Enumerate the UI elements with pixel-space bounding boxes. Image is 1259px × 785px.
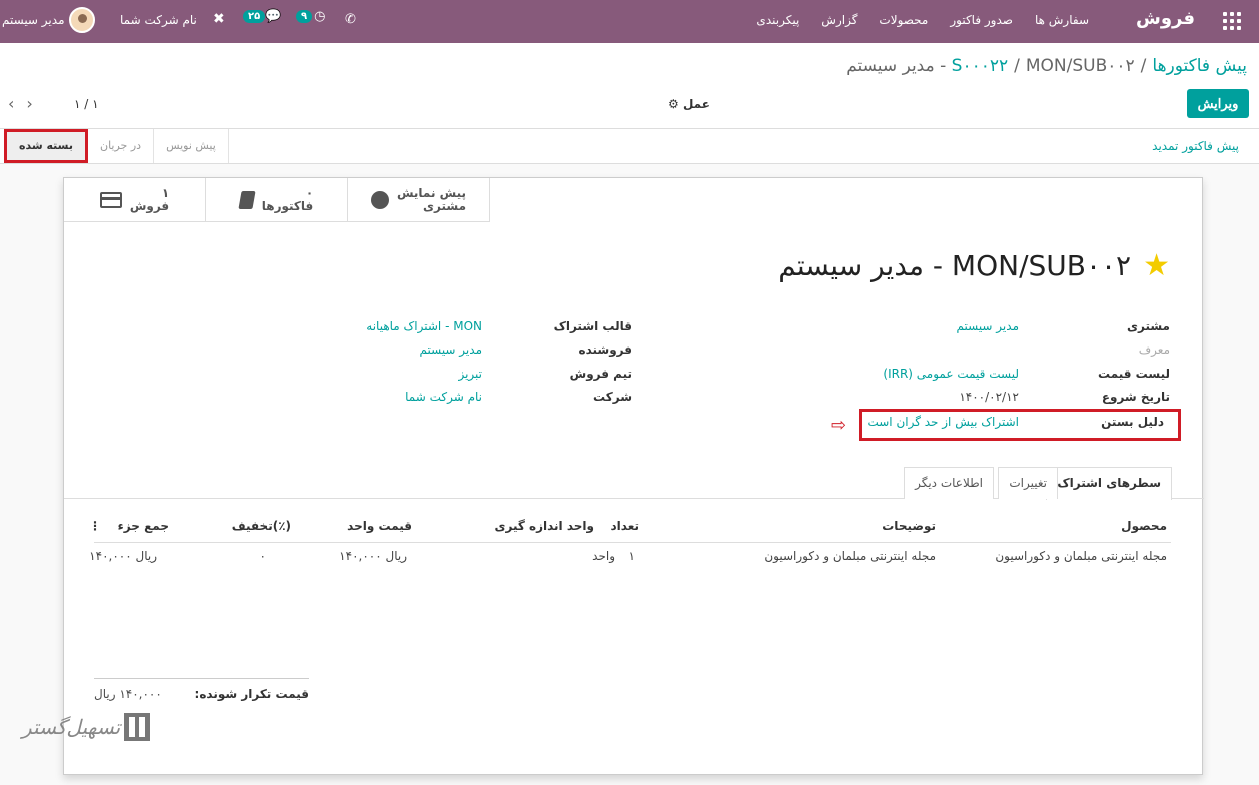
menu-item-invoicing[interactable]: صدور فاکتور — [950, 13, 1013, 27]
renew-quotation-button[interactable]: پیش فاکتور تمدید — [1152, 139, 1239, 153]
referrer-label: معرف — [1138, 343, 1170, 357]
pager-arrows: ‹› — [8, 94, 45, 113]
action-menu-button[interactable]: ⚙ عمل — [668, 97, 710, 111]
menu-item-products[interactable]: محصولات — [879, 13, 928, 27]
form-sheet: ۱ فروش ۰ فاکتورها پیش نمایش مشتری ★ MON/SUB… — [63, 177, 1204, 775]
chevron-left-icon[interactable]: ‹ — [8, 94, 26, 113]
main-menu: سفارش ها صدور فاکتور محصولات گزارش پیکرب… — [756, 13, 1089, 27]
tab-subscription-lines[interactable]: سطرهای اشتراک — [1046, 467, 1172, 500]
col-product[interactable]: محصول — [1121, 519, 1167, 533]
stage-in-progress[interactable]: در جریان — [87, 129, 155, 163]
subscription-lines-table: محصول توضیحات تعداد واحد اندازه گیری قیم… — [89, 511, 1171, 569]
col-uom[interactable]: واحد اندازه گیری — [494, 519, 594, 533]
pricelist-label: لیست قیمت — [1098, 367, 1170, 381]
cell-subtotal: ۱۴۰,۰۰۰ ریال — [89, 549, 157, 563]
table-row[interactable]: مجله اینترنتی مبلمان و دکوراسیون مجله ای… — [89, 543, 1171, 569]
cell-discount: ۰ — [259, 549, 266, 563]
arrow-right-icon: ⇨ — [831, 415, 847, 436]
company-value[interactable]: نام شرکت شما — [405, 390, 482, 404]
sales-team-label: تیم فروش — [569, 367, 632, 381]
breadcrumb-order[interactable]: S۰۰۰۲۲ — [952, 56, 1008, 76]
messages-count-badge: ۲۵ — [243, 10, 266, 23]
breadcrumb: پیش فاکتورها/S۰۰۰۲۲/MON/SUB۰۰۲ - مدیر سی… — [846, 56, 1247, 76]
invoices-smart-button[interactable]: ۰ فاکتورها — [206, 178, 348, 222]
cell-quantity: ۱ — [628, 549, 635, 563]
user-menu[interactable]: مدیر سیستم — [2, 7, 95, 33]
activity-menu[interactable]: ۹ ◷ — [296, 9, 325, 24]
salesperson-label: فروشنده — [578, 343, 633, 357]
chat-icon: 💬 — [265, 9, 282, 24]
tab-changes[interactable]: تغییرات — [998, 467, 1058, 499]
invoices-label: فاکتورها — [261, 199, 314, 213]
pricelist-value[interactable]: لیست قیمت عمومی (IRR) — [883, 367, 1019, 381]
statusbar: پیش فاکتور تمدید بسته شده در جریان پیش ن… — [0, 128, 1259, 164]
star-icon[interactable]: ★ — [1143, 250, 1170, 281]
template-label: قالب اشتراک — [553, 319, 632, 333]
template-value[interactable]: MON - اشتراک ماهیانه — [366, 319, 482, 333]
cell-description: مجله اینترنتی مبلمان و دکوراسیون — [764, 549, 936, 563]
clock-icon: ◷ — [314, 9, 326, 24]
stage-draft[interactable]: پیش نویس — [154, 129, 229, 163]
company-switcher[interactable]: نام شرکت شما — [120, 13, 197, 27]
breadcrumb-quotations[interactable]: پیش فاکتورها — [1152, 56, 1247, 76]
col-subtotal[interactable]: جمع جزء — [118, 519, 169, 533]
record-title-row: ★ MON/SUB۰۰۲ - مدیر سیستم — [778, 249, 1170, 282]
globe-icon — [370, 191, 389, 209]
chevron-right-icon[interactable]: › — [26, 94, 44, 113]
recurring-price-value: ۱۴۰,۰۰۰ ریال — [94, 687, 162, 701]
smart-buttons: ۱ فروش ۰ فاکتورها پیش نمایش مشتری — [64, 178, 490, 222]
table-header: محصول توضیحات تعداد واحد اندازه گیری قیم… — [89, 511, 1171, 543]
company-label: شرکت — [593, 390, 632, 404]
edit-button[interactable]: ویرایش — [1187, 89, 1249, 118]
apps-menu-icon[interactable] — [1223, 12, 1241, 30]
top-navbar: فروش سفارش ها صدور فاکتور محصولات گزارش … — [0, 0, 1259, 43]
menu-item-orders[interactable]: سفارش ها — [1035, 13, 1089, 27]
sales-smart-button[interactable]: ۱ فروش — [64, 178, 206, 222]
customer-preview-smart-button[interactable]: پیش نمایش مشتری — [348, 178, 490, 222]
brand-logo-icon — [124, 713, 151, 741]
credit-card-icon — [99, 192, 122, 208]
stage-pipeline: بسته شده در جریان پیش نویس — [4, 129, 229, 163]
activity-count-badge: ۹ — [296, 10, 313, 23]
recurring-price: قیمت تکرار شونده: ۱۴۰,۰۰۰ ریال — [94, 678, 309, 701]
book-icon — [238, 191, 256, 209]
col-description[interactable]: توضیحات — [882, 519, 936, 533]
close-reason-label: دلیل بستن — [1101, 415, 1164, 429]
cell-product: مجله اینترنتی مبلمان و دکوراسیون — [995, 549, 1167, 563]
sales-label: فروش — [129, 199, 170, 213]
messages-menu[interactable]: ۲۵ 💬 — [243, 9, 281, 24]
col-unit-price[interactable]: قیمت واحد — [347, 519, 412, 533]
salesperson-value[interactable]: مدیر سیستم — [420, 343, 483, 357]
user-name: مدیر سیستم — [2, 13, 65, 27]
close-reason-value[interactable]: اشتراک بیش از حد گران است — [867, 415, 1019, 429]
phone-icon[interactable]: ✆ — [345, 12, 356, 27]
watermark-logo: تسهیل‌گستر — [22, 713, 151, 741]
customer-label: مشتری — [423, 199, 467, 213]
col-discount[interactable]: تخفیف(٪) — [232, 519, 291, 533]
notebook-tabs: سطرهای اشتراک تغییرات اطلاعات دیگر — [64, 467, 1204, 500]
menu-item-reporting[interactable]: گزارش — [821, 13, 857, 27]
customer-value[interactable]: مدیر سیستم — [957, 319, 1020, 333]
tab-other-info[interactable]: اطلاعات دیگر — [904, 467, 994, 499]
menu-item-configuration[interactable]: پیکربندی — [756, 13, 799, 27]
app-brand[interactable]: فروش — [1136, 8, 1195, 29]
customer-label: مشتری — [1126, 319, 1170, 333]
pager-value[interactable]: ۱ / ۱ — [74, 97, 99, 111]
debug-tools-icon[interactable]: ✖ — [213, 11, 225, 27]
avatar — [68, 7, 95, 33]
cell-uom: واحد — [592, 549, 615, 563]
start-date-label: تاریخ شروع — [1101, 390, 1170, 404]
column-options-icon[interactable]: ⋮ — [89, 519, 101, 533]
watermark-text: تسهیل‌گستر — [22, 715, 121, 739]
stage-closed[interactable]: بسته شده — [4, 129, 88, 163]
start-date-value: ۱۴۰۰/۰۲/۱۲ — [959, 390, 1019, 404]
cell-unit-price: ۱۴۰,۰۰۰ ریال — [339, 549, 407, 563]
record-title: MON/SUB۰۰۲ - مدیر سیستم — [778, 249, 1132, 282]
recurring-price-label: قیمت تکرار شونده: — [194, 687, 309, 701]
col-quantity[interactable]: تعداد — [611, 519, 639, 533]
sales-team-value[interactable]: تبریز — [458, 367, 482, 381]
